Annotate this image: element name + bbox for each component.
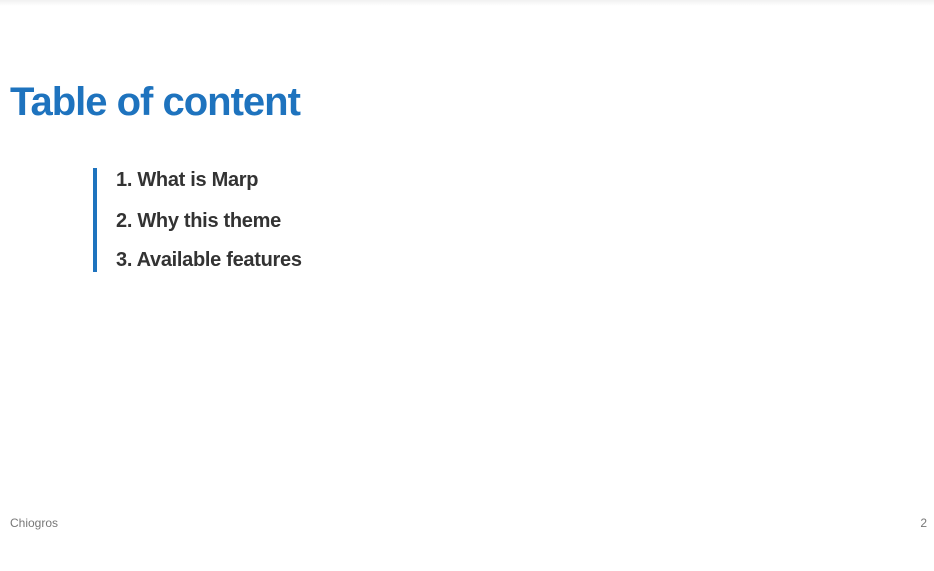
slide: Table of content 1. What is Marp 2. Why … [0, 0, 934, 571]
top-shadow [0, 0, 934, 6]
toc-item-why-this-theme: 2. Why this theme [116, 210, 281, 232]
table-of-contents: 1. What is Marp 2. Why this theme 3. Ava… [93, 168, 493, 272]
footer-author: Chiogros [10, 516, 59, 530]
slide-title: Table of content [10, 80, 301, 124]
page-number: 2 [920, 516, 927, 530]
toc-item-available-features: 3. Available features [116, 249, 302, 271]
toc-item-what-is-marp: 1. What is Marp [116, 169, 259, 191]
